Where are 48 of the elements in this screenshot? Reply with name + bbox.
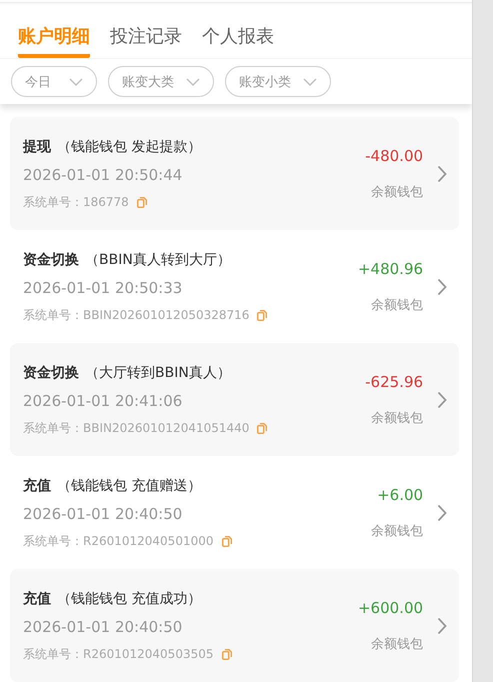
copy-icon[interactable]: [222, 536, 232, 547]
wallet-label: 余额钱包: [371, 410, 424, 426]
record-time: 2026-01-01 20:40:50: [23, 505, 184, 523]
record-detail: （钱能钱包 充值赠送）: [57, 478, 202, 494]
record-time: 2026-01-01 20:50:33: [23, 279, 184, 297]
wallet-label: 余额钱包: [371, 522, 424, 540]
copy-icon[interactable]: [136, 197, 147, 208]
amount: +6.00: [377, 486, 424, 504]
chevron-down-icon: [303, 78, 317, 86]
copy-icon[interactable]: [222, 649, 232, 660]
record-detail: （BBIN真人转到大厅）: [85, 252, 231, 268]
record-detail: （大厅转到BBIN真人）: [85, 365, 231, 381]
wallet-label: 余额钱包: [371, 296, 424, 314]
amount: -480.00: [365, 146, 424, 164]
copy-icon[interactable]: [257, 310, 268, 321]
record-detail: （钱能钱包 充值成功）: [57, 591, 202, 607]
chevron-right-icon[interactable]: [437, 504, 448, 522]
record-time: 2026-01-01 20:50:44: [23, 166, 184, 184]
amount: +600.00: [358, 598, 424, 616]
copy-icon[interactable]: [257, 423, 268, 434]
order-number: 系统单号：R2601012040501000: [23, 533, 214, 550]
record-type: 充值: [23, 478, 51, 494]
chevron-down-icon: [69, 78, 83, 86]
chevron-right-icon[interactable]: [437, 390, 448, 408]
record-type: 提现: [23, 139, 51, 155]
record-detail: （钱能钱包 发起提款）: [57, 139, 202, 155]
tab[interactable]: 个人报表: [202, 3, 274, 58]
order-number: 系统单号：R2601012040503505: [23, 646, 214, 663]
order-number: 系统单号：BBIN202601012041051440: [23, 420, 250, 437]
tab[interactable]: 投注记录: [110, 3, 182, 58]
amount: -625.96: [365, 372, 424, 390]
order-number: 系统单号：BBIN202601012050328716: [23, 307, 250, 324]
chevron-right-icon[interactable]: [437, 278, 448, 296]
record-type: 资金切换: [23, 252, 79, 268]
record-card[interactable]: 充值 （钱能钱包 充值成功） 2026-01-01 20:40:50 系统单号：R2601012040503505 +600.00 余额钱包: [10, 569, 460, 682]
record-type: 资金切换: [23, 365, 79, 381]
record-time: 2026-01-01 20:40:50: [23, 618, 184, 636]
record-type: 充值: [23, 591, 51, 607]
order-number: 系统单号：186778: [23, 194, 129, 211]
chevron-right-icon[interactable]: [437, 164, 448, 182]
record-card[interactable]: 资金切换 （大厅转到BBIN真人） 2026-01-01 20:41:06 系统单号：BBIN202601012041051440 -625.96 余额钱包: [10, 343, 460, 456]
wallet-label: 余额钱包: [371, 184, 424, 200]
record-time: 2026-01-01 20:41:06: [23, 392, 184, 410]
record-card[interactable]: 提现 （钱能钱包 发起提款） 2026-01-01 20:50:44 系统单号：186778 -480.00 余额钱包: [10, 117, 460, 230]
chevron-down-icon: [186, 78, 200, 86]
wallet-label: 余额钱包: [371, 636, 424, 652]
amount: +480.96: [358, 260, 424, 278]
chevron-right-icon[interactable]: [437, 616, 448, 634]
